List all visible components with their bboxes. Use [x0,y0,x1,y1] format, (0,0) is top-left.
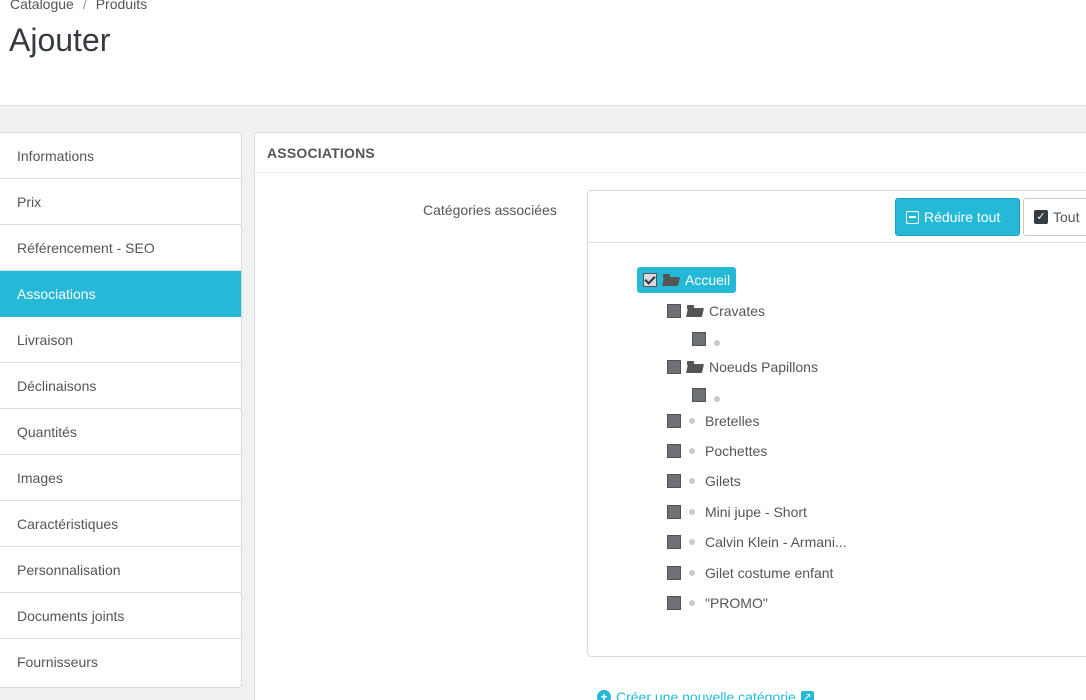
tree-node[interactable] [692,384,730,406]
tree-checkbox[interactable] [667,566,681,580]
tree-node-label: Accueil [685,272,731,288]
tab-declinaisons[interactable]: Déclinaisons [0,363,241,409]
folder-open-icon [687,305,703,317]
tree-node-label: Gilets [705,473,741,489]
tree-checkbox[interactable] [667,505,681,519]
circle-icon [689,600,695,606]
page-title: Ajouter [9,22,111,58]
tree-node-label: Calvin Klein - Armani... [705,534,847,550]
circle-icon [689,509,695,515]
tree-node[interactable]: "PROMO" [667,592,768,614]
tree-checkbox[interactable] [643,273,657,287]
check-all-label: Tout [1053,209,1080,225]
tree-checkbox[interactable] [667,474,681,488]
tree-node-label: Bretelles [705,413,760,429]
tree-checkbox[interactable] [667,596,681,610]
tree-node[interactable] [692,328,730,350]
create-category-link[interactable]: + Créer une nouvelle catégorie ↗ [597,689,814,700]
circle-icon [689,539,695,545]
breadcrumb: Catalogue / Produits [10,0,147,12]
external-link-icon: ↗ [800,690,814,700]
tab-caracteristiques[interactable]: Caractéristiques [0,501,241,547]
tree-node[interactable]: Noeuds Papillons [667,356,818,378]
tab-quantites[interactable]: Quantités [0,409,241,455]
plus-circle-icon: + [597,690,611,700]
tree-node[interactable]: Cravates [667,300,765,322]
tree-node-label: Pochettes [705,443,768,459]
panel-heading: ASSOCIATIONS [255,133,1086,173]
circle-icon [714,340,720,346]
tab-fournisseurs[interactable]: Fournisseurs [0,639,241,685]
tree-node[interactable]: Pochettes [667,440,767,462]
tab-personnalisation[interactable]: Personnalisation [0,547,241,593]
product-tabs: Informations Prix Référencement - SEO As… [0,132,242,688]
circle-icon [689,478,695,484]
tree-node[interactable]: Gilet costume enfant [667,562,833,584]
circle-icon [689,418,695,424]
tree-node[interactable]: Mini jupe - Short [667,501,807,523]
tree-node-label: Cravates [709,303,766,319]
tab-informations[interactable]: Informations [0,133,241,179]
tree-checkbox[interactable] [667,304,681,318]
tree-checkbox[interactable] [667,535,681,549]
category-tree: Réduire tout ✓ Tout [587,190,1086,657]
breadcrumb-catalogue[interactable]: Catalogue [10,0,74,12]
categories-label: Catégories associées [423,202,557,218]
page-header: Catalogue / Produits Ajouter [0,0,1086,106]
tree-checkbox[interactable] [667,414,681,428]
tab-livraison[interactable]: Livraison [0,317,241,363]
tree-node-label: Noeuds Papillons [709,359,818,375]
tree-node[interactable]: Calvin Klein - Armani... [667,531,847,553]
tree-node[interactable]: Gilets [667,470,741,492]
check-all-button[interactable]: ✓ Tout [1023,198,1086,236]
tab-prix[interactable]: Prix [0,179,241,225]
collapse-all-button[interactable]: Réduire tout [895,198,1020,236]
tab-images[interactable]: Images [0,455,241,501]
tree-node-label: Gilet costume enfant [705,565,834,581]
circle-icon [714,396,720,402]
tab-associations[interactable]: Associations [0,271,241,317]
folder-open-icon [687,361,703,373]
check-square-icon: ✓ [1034,210,1048,224]
tree-node-label: "PROMO" [705,595,768,611]
tree-checkbox[interactable] [692,388,706,402]
tree-toolbar: Réduire tout ✓ Tout [588,191,1086,243]
tree-checkbox[interactable] [667,444,681,458]
tab-seo[interactable]: Référencement - SEO [0,225,241,271]
tab-documents-joints[interactable]: Documents joints [0,593,241,639]
circle-icon [689,448,695,454]
tree-checkbox[interactable] [692,332,706,346]
tree-checkbox[interactable] [667,360,681,374]
collapse-all-label: Réduire tout [924,209,1001,225]
folder-open-icon [663,274,679,286]
tree-node[interactable]: Bretelles [667,410,759,432]
breadcrumb-products[interactable]: Produits [96,0,147,12]
circle-icon [689,570,695,576]
minus-square-icon [906,210,919,224]
tree-node-root[interactable]: Accueil [637,267,737,293]
tree-node-label: Mini jupe - Short [705,504,807,520]
breadcrumb-separator: / [82,0,87,12]
create-category-label: Créer une nouvelle catégorie [616,689,796,700]
